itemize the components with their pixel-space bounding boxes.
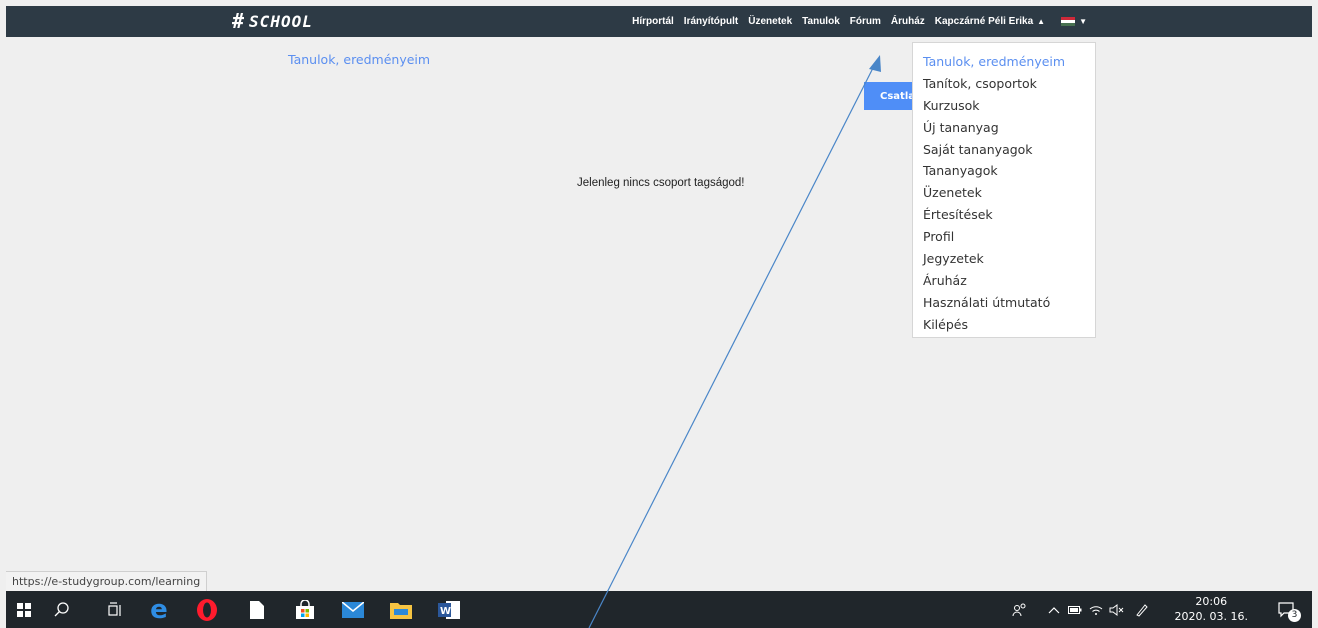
annotation-arrow [588, 55, 881, 628]
